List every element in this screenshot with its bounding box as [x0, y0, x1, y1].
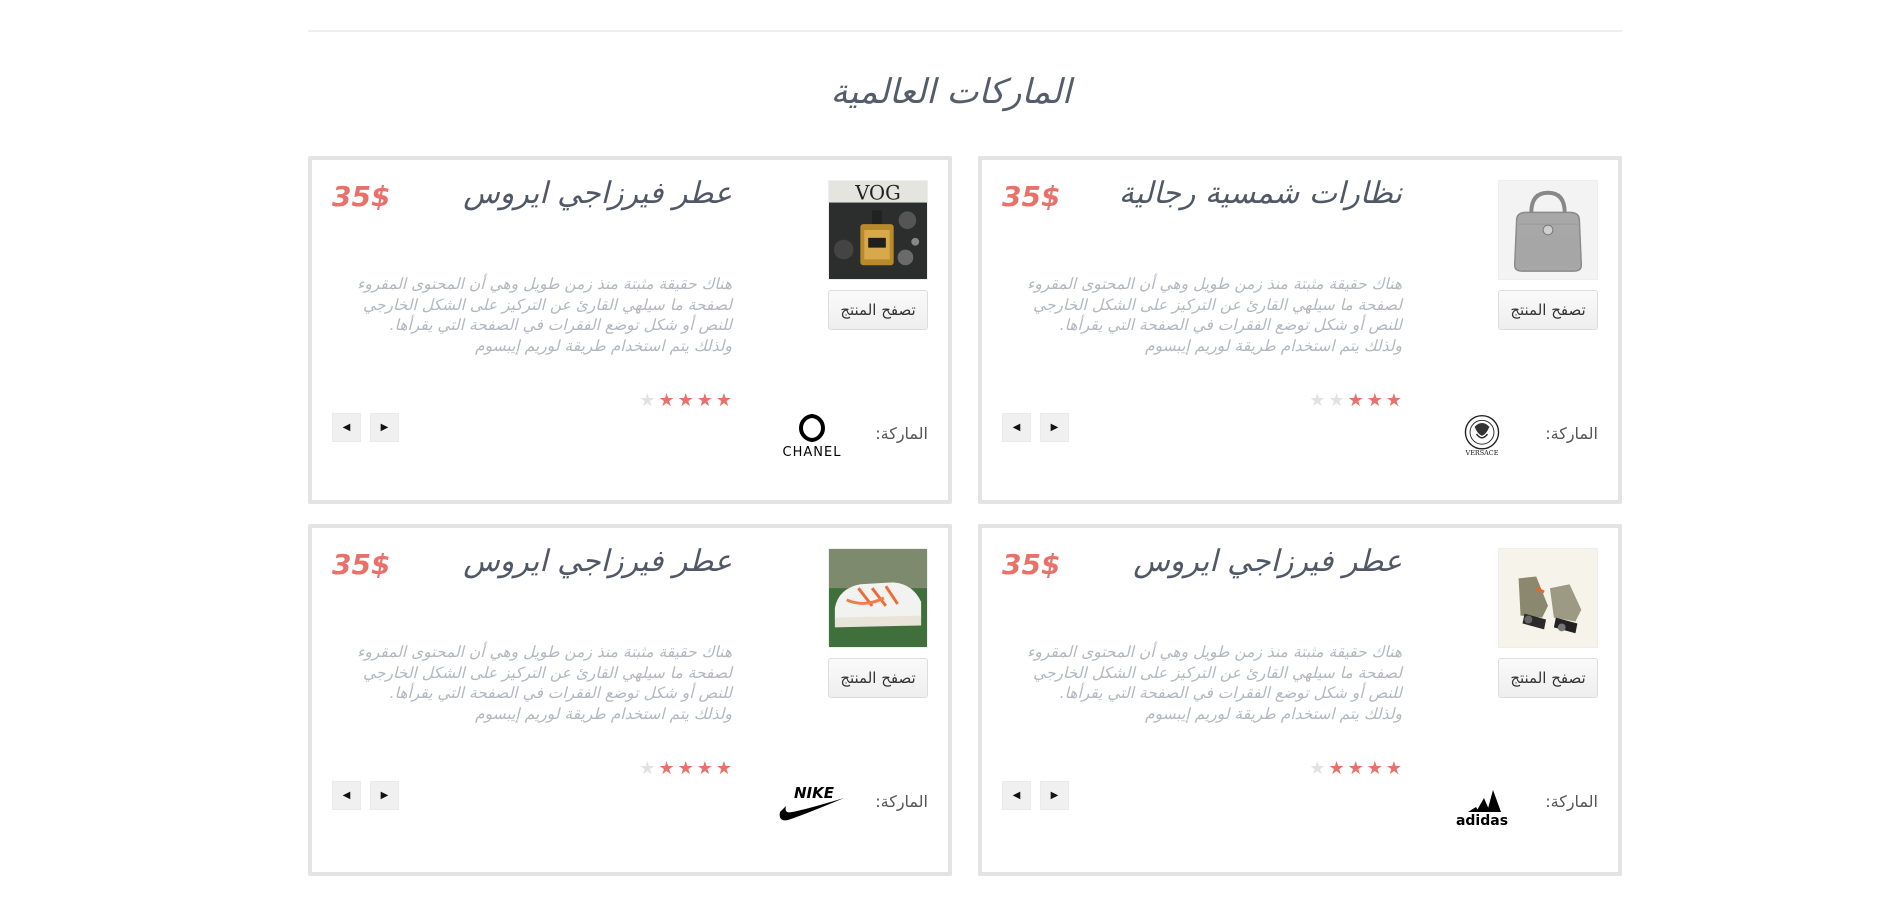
star-empty-icon: ★ [639, 758, 656, 779]
browse-product-button[interactable]: تصفح المنتج [828, 658, 928, 698]
star-filled-icon: ★ [1366, 390, 1383, 411]
product-title: عطر فيرزاجي ايروس [463, 176, 732, 211]
star-filled-icon: ★ [658, 758, 675, 779]
adidas-logo: adidas [1446, 778, 1518, 828]
sneakers-icon [1499, 549, 1597, 647]
product-title: عطر فيرزاجي ايروس [1133, 544, 1402, 579]
next-arrow-button[interactable]: ▶ [370, 413, 399, 442]
svg-text:VOG: VOG [854, 182, 901, 205]
rating-stars: ★ ★ ★ ★ ★ [639, 392, 732, 410]
product-description: هناك حقيقة مثبتة منذ زمن طويل وهي أن الم… [1027, 275, 1402, 355]
product-thumbnail[interactable] [828, 548, 928, 648]
brand-label: الماركة: [1545, 424, 1598, 443]
product-card: تصفح المنتج عطر فيرزاجي ايروس 35$ هناك ح… [308, 524, 952, 876]
shoe-icon [829, 549, 927, 647]
rating-stars: ★ ★ ★ ★ ★ [1309, 760, 1402, 778]
prev-arrow-button[interactable]: ◀ [1002, 413, 1031, 442]
product-thumbnail[interactable] [1498, 548, 1598, 648]
star-empty-icon: ★ [1309, 390, 1326, 411]
product-description: هناك حقيقة مثبتة منذ زمن طويل وهي أن الم… [357, 275, 732, 355]
product-price: 35$ [1002, 180, 1061, 213]
star-filled-icon: ★ [1366, 758, 1383, 779]
star-filled-icon: ★ [1385, 390, 1402, 411]
product-thumbnail[interactable]: VOG [828, 180, 928, 280]
browse-product-button[interactable]: تصفح المنتج [1498, 290, 1598, 330]
prev-arrow-button[interactable]: ◀ [332, 781, 361, 810]
brand-label: الماركة: [1545, 792, 1598, 811]
prev-arrow-button[interactable]: ◀ [332, 413, 361, 442]
product-price: 35$ [332, 548, 391, 581]
products-grid: تصفح المنتج نظارات شمسية رجالية 35$ هناك… [308, 156, 1622, 896]
versace-logo: VERSACE [1446, 410, 1518, 460]
star-filled-icon: ★ [715, 758, 732, 779]
star-filled-icon: ★ [1385, 758, 1402, 779]
brand-label: الماركة: [875, 792, 928, 811]
next-arrow-button[interactable]: ▶ [1040, 413, 1069, 442]
product-description: هناك حقيقة مثبتة منذ زمن طويل وهي أن الم… [357, 643, 732, 723]
product-card: VOG تصفح المنتج عطر فيرزاجي ايروس 35$ هن… [308, 156, 952, 504]
star-filled-icon: ★ [1328, 758, 1345, 779]
prev-arrow-button[interactable]: ◀ [1002, 781, 1031, 810]
section-title: الماركات العالمية [830, 72, 1072, 112]
svg-text:NIKE: NIKE [794, 784, 835, 802]
star-filled-icon: ★ [696, 758, 713, 779]
card-arrows: ◀ ▶ [332, 413, 399, 442]
nike-logo: NIKE [776, 778, 848, 828]
product-card: تصفح المنتج عطر فيرزاجي ايروس 35$ هناك ح… [978, 524, 1622, 876]
star-empty-icon: ★ [1328, 390, 1345, 411]
star-filled-icon: ★ [1347, 390, 1364, 411]
product-title: عطر فيرزاجي ايروس [463, 544, 732, 579]
rating-stars: ★ ★ ★ ★ ★ [639, 760, 732, 778]
star-filled-icon: ★ [677, 758, 694, 779]
svg-text:adidas: adidas [1456, 813, 1508, 828]
browse-product-button[interactable]: تصفح المنتج [1498, 658, 1598, 698]
star-filled-icon: ★ [696, 390, 713, 411]
star-filled-icon: ★ [677, 390, 694, 411]
star-empty-icon: ★ [1309, 758, 1326, 779]
top-divider [308, 30, 1622, 32]
chanel-logo: CHANEL [776, 410, 848, 460]
product-price: 35$ [1002, 548, 1061, 581]
svg-text:VERSACE: VERSACE [1465, 449, 1499, 457]
star-filled-icon: ★ [658, 390, 675, 411]
handbag-icon [1499, 181, 1597, 279]
perfume-bottle-icon: VOG [829, 181, 927, 279]
star-filled-icon: ★ [715, 390, 732, 411]
next-arrow-button[interactable]: ▶ [1040, 781, 1069, 810]
product-card: تصفح المنتج نظارات شمسية رجالية 35$ هناك… [978, 156, 1622, 504]
product-thumbnail[interactable] [1498, 180, 1598, 280]
browse-product-button[interactable]: تصفح المنتج [828, 290, 928, 330]
product-title: نظارات شمسية رجالية [1118, 176, 1402, 211]
product-price: 35$ [332, 180, 391, 213]
card-arrows: ◀ ▶ [1002, 413, 1069, 442]
star-filled-icon: ★ [1347, 758, 1364, 779]
brand-label: الماركة: [875, 424, 928, 443]
rating-stars: ★ ★ ★ ★ ★ [1309, 392, 1402, 410]
product-description: هناك حقيقة مثبتة منذ زمن طويل وهي أن الم… [1027, 643, 1402, 723]
star-empty-icon: ★ [639, 390, 656, 411]
card-arrows: ◀ ▶ [1002, 781, 1069, 810]
next-arrow-button[interactable]: ▶ [370, 781, 399, 810]
svg-text:CHANEL: CHANEL [783, 445, 842, 460]
card-arrows: ◀ ▶ [332, 781, 399, 810]
